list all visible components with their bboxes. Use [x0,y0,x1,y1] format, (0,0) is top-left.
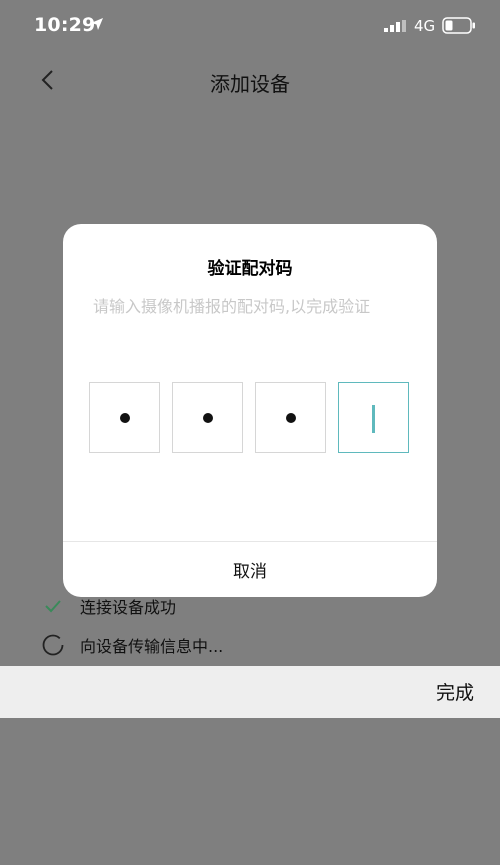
footer-bar: 完成 [0,666,500,718]
status-time: 10:29 [34,14,96,36]
battery-icon [442,17,475,34]
code-dot [203,413,213,423]
text-cursor [372,405,375,433]
pairing-code-dialog: 验证配对码 请输入摄像机播报的配对码,以完成验证 取消 [63,224,437,597]
code-slot-2[interactable] [172,382,243,453]
network-type: 4G [414,17,436,35]
cellular-signal-icon [384,20,406,32]
code-dot [120,413,130,423]
dialog-description: 请输入摄像机播报的配对码,以完成验证 [93,297,371,316]
dialog-title: 验证配对码 [207,259,293,279]
code-slot-4[interactable] [338,382,409,453]
location-arrow-icon [91,18,103,30]
code-slot-3[interactable] [255,382,326,453]
page-title: 添加设备 [210,72,290,96]
step-label: 向设备传输信息中... [80,637,224,656]
code-dot [286,413,296,423]
back-chevron-icon[interactable] [38,68,58,92]
step-label: 连接设备成功 [80,598,177,617]
loading-spinner-icon [42,634,64,656]
code-slot-1[interactable] [89,382,160,453]
done-button[interactable]: 完成 [436,678,474,705]
code-input-row [89,382,411,456]
step-transmitting: 向设备传输信息中... [42,632,223,658]
status-bar: 10:29 4G [0,0,500,52]
cancel-button[interactable]: 取消 [63,542,437,597]
checkmark-icon [45,600,61,613]
nav-bar: 添加设备 [0,60,500,100]
